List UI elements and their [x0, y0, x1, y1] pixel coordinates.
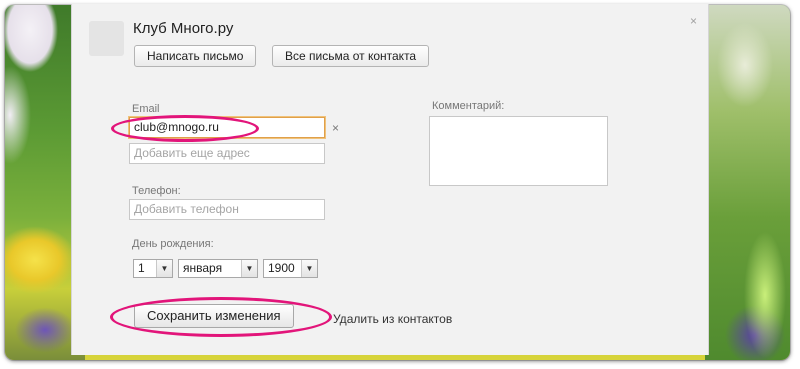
avatar — [89, 21, 124, 56]
chevron-down-icon: ▼ — [301, 260, 317, 277]
highlight-ring-email — [111, 115, 259, 142]
comment-label: Комментарий: — [432, 100, 505, 112]
chevron-down-icon: ▼ — [156, 260, 172, 277]
highlight-ring-save — [110, 297, 332, 337]
clear-email-icon[interactable]: × — [332, 121, 339, 135]
birthday-month-value: января — [183, 261, 223, 275]
birthday-label: День рождения: — [132, 238, 214, 250]
birthday-day-value: 1 — [138, 261, 145, 275]
email-label: Email — [132, 103, 160, 115]
all-letters-button[interactable]: Все письма от контакта — [272, 45, 430, 67]
birthday-year-select[interactable]: 1900 ▼ — [263, 259, 318, 278]
phone-label: Телефон: — [132, 185, 181, 197]
write-letter-button[interactable]: Написать письмо — [134, 45, 257, 67]
phone-field[interactable]: Добавить телефон — [129, 199, 325, 220]
birthday-month-select[interactable]: января ▼ — [178, 259, 258, 278]
birthday-day-select[interactable]: 1 ▼ — [133, 259, 173, 278]
comment-field[interactable] — [429, 116, 608, 186]
delete-contact-link[interactable]: Удалить из контактов — [333, 312, 452, 326]
background-flowers-right — [705, 5, 790, 360]
contact-name: Клуб Много.ру — [133, 20, 234, 37]
close-icon[interactable]: × — [690, 14, 697, 28]
chevron-down-icon: ▼ — [241, 260, 257, 277]
add-email-field[interactable]: Добавить еще адрес — [129, 143, 325, 164]
birthday-year-value: 1900 — [268, 261, 295, 275]
